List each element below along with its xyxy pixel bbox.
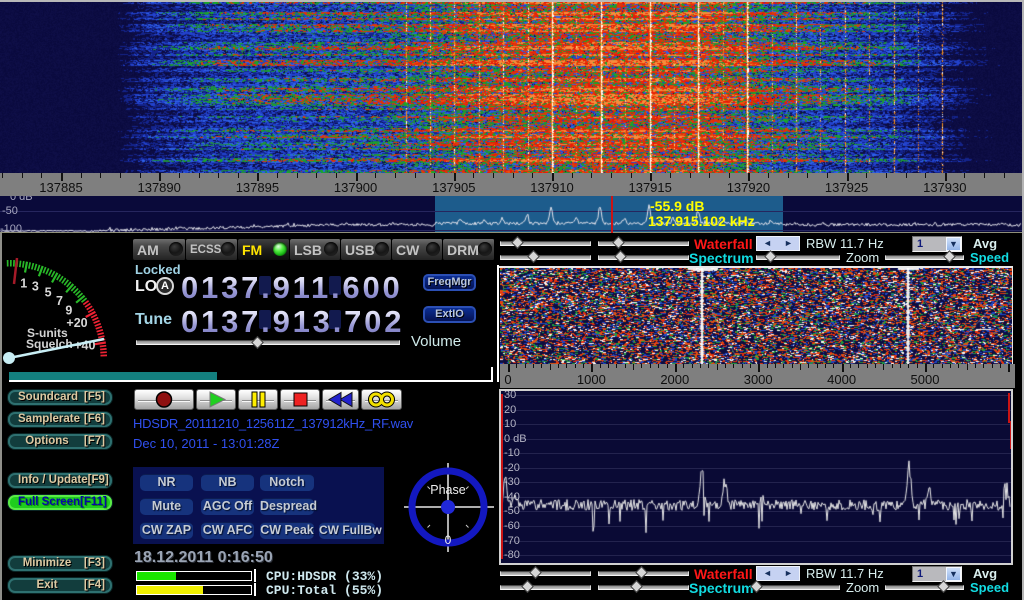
svg-text:+20: +20 — [66, 316, 87, 330]
svg-text:Phase: Phase — [430, 483, 465, 497]
svg-text:1: 1 — [20, 276, 27, 290]
svg-text:5: 5 — [45, 286, 52, 300]
svg-text:0: 0 — [445, 533, 452, 547]
svg-text:3: 3 — [32, 280, 39, 294]
svg-text:7: 7 — [56, 294, 63, 308]
